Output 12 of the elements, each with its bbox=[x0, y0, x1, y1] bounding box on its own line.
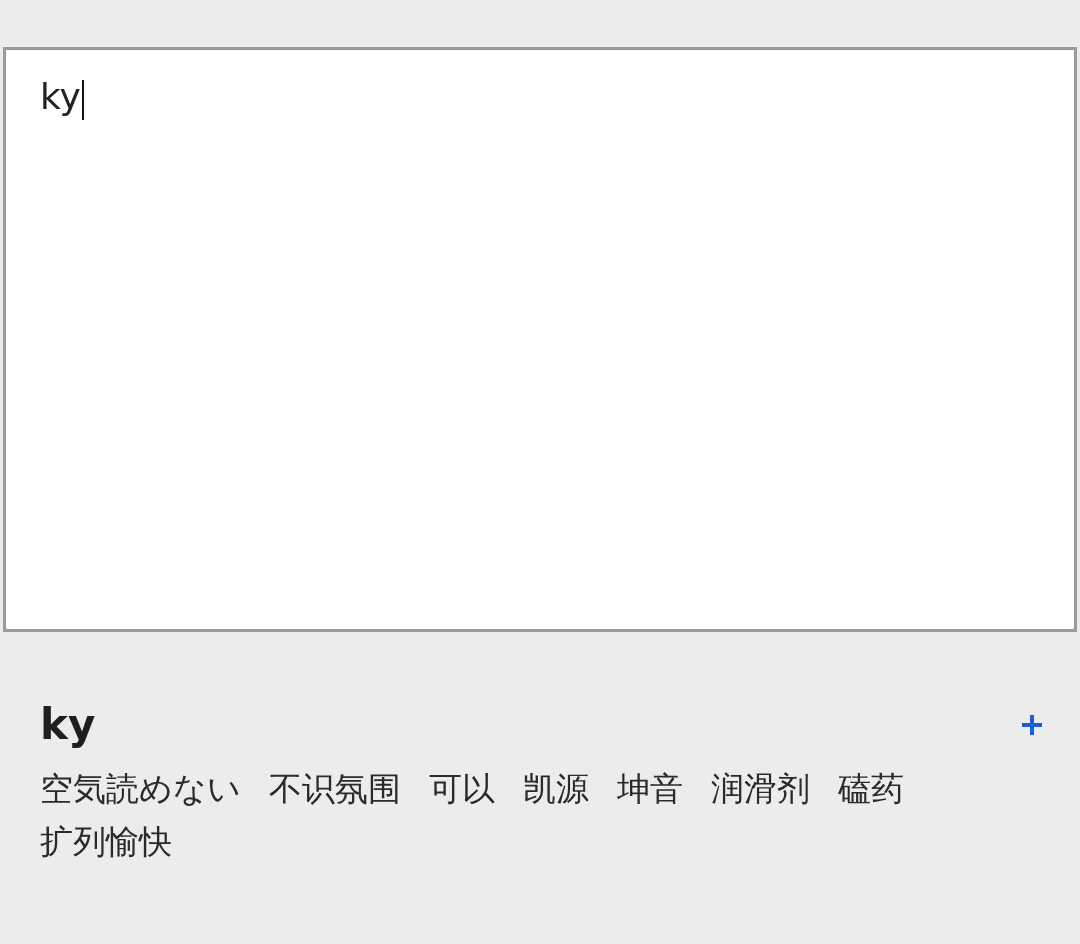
candidate-word[interactable]: 可以 bbox=[429, 767, 495, 812]
candidate-word[interactable]: 凯源 bbox=[523, 767, 589, 812]
candidate-word[interactable]: 磕药 bbox=[838, 767, 904, 812]
input-field[interactable]: ky bbox=[3, 47, 1077, 632]
candidate-word[interactable]: 不识氛围 bbox=[269, 767, 401, 812]
candidate-word[interactable]: 坤音 bbox=[617, 767, 683, 812]
candidate-word[interactable]: 扩列愉快 bbox=[40, 820, 172, 865]
result-term: ky bbox=[40, 700, 96, 749]
text-cursor bbox=[81, 80, 84, 120]
candidate-word[interactable]: 空気読めない bbox=[40, 767, 241, 812]
add-icon[interactable] bbox=[1020, 712, 1044, 737]
candidate-word[interactable]: 润滑剂 bbox=[711, 767, 810, 812]
